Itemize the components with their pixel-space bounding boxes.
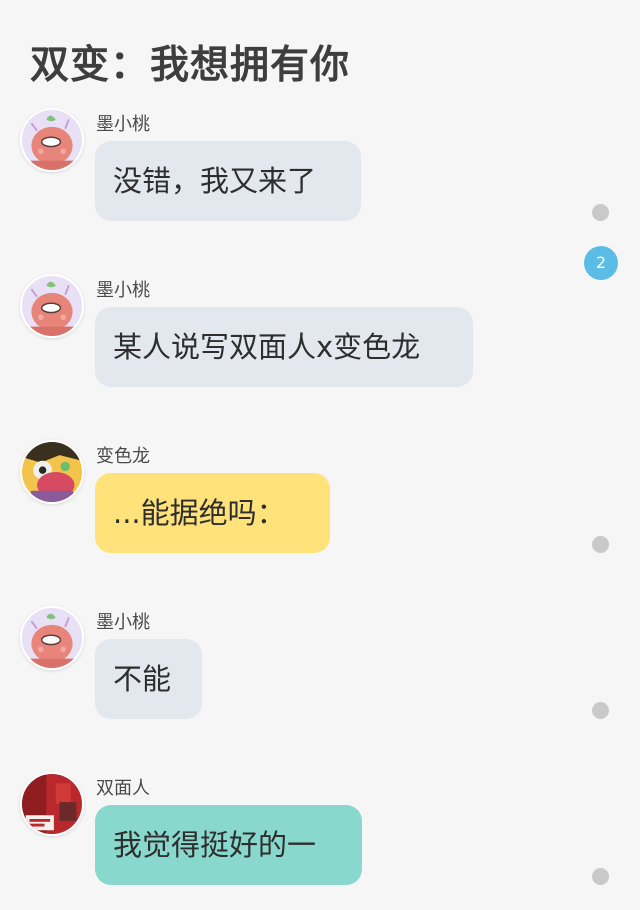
message-bubble[interactable]: 某人说写双面人x变色龙 — [95, 307, 473, 387]
read-status-dot — [592, 702, 609, 719]
sender-name: 墨小桃 — [96, 280, 150, 301]
chat-message: 墨小桃 某人说写双面人x变色龙 — [0, 274, 640, 414]
peach-avatar-icon[interactable] — [20, 274, 84, 338]
twoface-avatar-icon[interactable] — [20, 772, 84, 836]
peach-avatar-icon[interactable] — [20, 108, 84, 172]
message-bubble[interactable]: ...能据绝吗： — [95, 473, 330, 553]
chat-message: 变色龙 ...能据绝吗： — [0, 440, 640, 580]
read-status-dot — [592, 204, 609, 221]
sender-name: 变色龙 — [96, 446, 150, 467]
read-status-dot — [592, 868, 609, 885]
peach-avatar-icon[interactable] — [20, 606, 84, 670]
message-bubble[interactable]: 没错，我又来了 — [95, 141, 361, 221]
sender-name: 墨小桃 — [96, 612, 150, 633]
message-bubble[interactable]: 不能 — [95, 639, 202, 719]
read-status-dot — [592, 536, 609, 553]
sender-name: 双面人 — [96, 778, 150, 799]
message-bubble[interactable]: 我觉得挺好的一 — [95, 805, 362, 885]
chat-message: 墨小桃 没错，我又来了 — [0, 108, 640, 248]
chameleon-avatar-icon[interactable] — [20, 440, 84, 504]
page-title: 双变：我想拥有你 — [30, 43, 351, 88]
sender-name: 墨小桃 — [96, 114, 150, 135]
chat-screen: 双变：我想拥有你 墨小桃 没错，我又来了 墨小桃 某人说写双面人x变色龙 2 变… — [0, 0, 640, 910]
unread-count-badge[interactable]: 2 — [584, 246, 618, 280]
chat-message: 墨小桃 不能 — [0, 606, 640, 746]
chat-message: 双面人 我觉得挺好的一 — [0, 772, 640, 910]
